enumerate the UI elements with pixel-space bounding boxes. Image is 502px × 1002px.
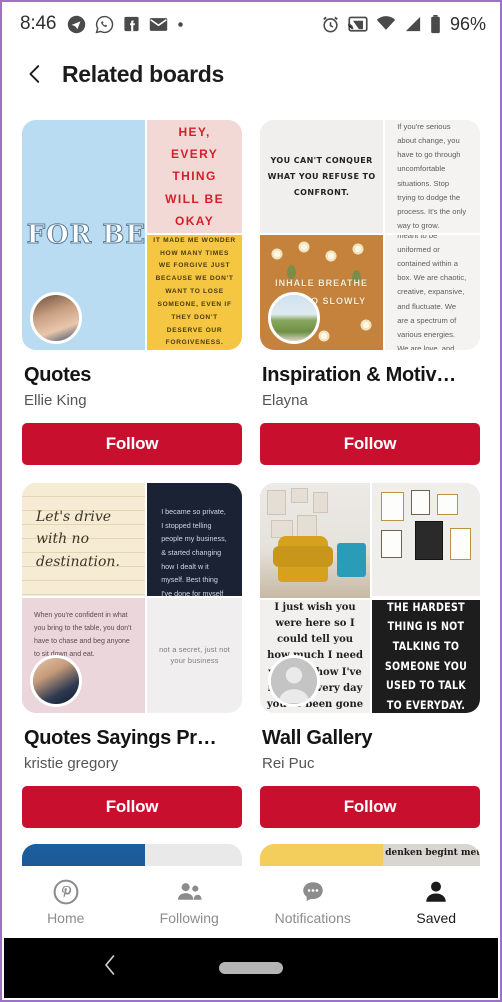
pin-thumbnail: "Our souls are not meant to be uniformed… bbox=[383, 235, 480, 350]
avatar[interactable] bbox=[30, 292, 82, 344]
battery-percent-label: 96% bbox=[449, 13, 486, 34]
wifi-icon bbox=[376, 16, 396, 30]
status-bar: 8:46 96% bbox=[2, 2, 500, 46]
pin-thumbnail: I became so private, I stopped telling p… bbox=[145, 483, 242, 598]
pin-text: IT MADE ME WONDER HOW MANY TIMES WE FORG… bbox=[153, 236, 236, 347]
mail-icon bbox=[149, 17, 168, 31]
whatsapp-icon bbox=[95, 15, 114, 33]
status-notification-icons bbox=[67, 15, 184, 34]
board-preview[interactable]: Let's drive with no destination. When yo… bbox=[22, 483, 242, 713]
pin-text: HEY, EVERY THING WILL BE OKAY bbox=[165, 125, 225, 228]
nav-label: Notifications bbox=[274, 909, 351, 926]
board-card[interactable]: I just wish you were here so I could tel… bbox=[260, 483, 480, 828]
follow-button[interactable]: Follow bbox=[22, 786, 242, 828]
pin-text: I became so private, I stopped telling p… bbox=[161, 507, 227, 598]
pinterest-icon bbox=[53, 879, 79, 904]
follow-button[interactable]: Follow bbox=[260, 786, 480, 828]
pin-thumbnail: YOU CAN'T CONQUER WHAT YOU REFUSE TO CON… bbox=[260, 120, 384, 350]
nav-item-saved[interactable]: Saved bbox=[375, 879, 499, 926]
board-preview[interactable]: YOU CAN'T CONQUER WHAT YOU REFUSE TO CON… bbox=[260, 120, 480, 350]
board-owner: Elayna bbox=[262, 392, 308, 409]
nav-label: Following bbox=[159, 909, 219, 926]
pin-text: not a secret, just not your business bbox=[159, 644, 231, 665]
dot-icon bbox=[178, 21, 183, 27]
nav-item-following[interactable]: Following bbox=[128, 879, 252, 926]
bottom-navigation-bar: Home Following Notifications Saved bbox=[4, 866, 498, 938]
avatar[interactable] bbox=[268, 292, 320, 344]
board-name: Wall Gallery bbox=[262, 727, 373, 749]
board-name: Inspiration & Motiv… bbox=[262, 364, 457, 386]
back-button[interactable] bbox=[18, 57, 52, 91]
page-title: Related boards bbox=[62, 60, 224, 87]
pin-thumbnail bbox=[260, 483, 370, 598]
nav-item-notifications[interactable]: Notifications bbox=[251, 879, 375, 926]
board-owner: kristie gregory bbox=[24, 755, 119, 772]
system-back-icon bbox=[105, 955, 115, 975]
board-name: Quotes Sayings Pr… bbox=[24, 727, 217, 749]
nav-label: Home bbox=[47, 909, 85, 926]
back-chevron-icon bbox=[29, 65, 40, 83]
pin-thumbnail bbox=[370, 483, 480, 598]
facebook-icon bbox=[124, 16, 139, 32]
board-grid: NEVER APOLOGIZE FOR BEING WHO YOU ARE. H… bbox=[22, 120, 480, 828]
phone-screen: 8:46 96% Related boards FOR BE HEY, EVER… bbox=[0, 0, 502, 1002]
nav-item-home[interactable]: Home bbox=[4, 879, 128, 926]
board-preview[interactable]: I just wish you were here so I could tel… bbox=[260, 483, 480, 713]
status-system-icons: 96% bbox=[321, 14, 486, 35]
home-indicator-pill[interactable] bbox=[219, 962, 283, 974]
pin-thumbnail: IT MADE ME WONDER HOW MANY TIMES WE FORG… bbox=[145, 235, 242, 350]
board-card[interactable]: NEVER APOLOGIZE FOR BEING WHO YOU ARE. H… bbox=[22, 120, 242, 465]
pin-thumbnail: If you're serious about change, you have… bbox=[383, 120, 480, 235]
pin-thumbnail: THE HARDEST THING IS NOT TALKING TO SOME… bbox=[370, 598, 480, 713]
board-owner: Ellie King bbox=[24, 392, 87, 409]
board-name: Quotes bbox=[24, 364, 92, 386]
signal-icon bbox=[405, 16, 421, 32]
alarm-icon bbox=[323, 16, 338, 32]
android-navigation-bar bbox=[4, 938, 498, 998]
board-card[interactable]: YOU CAN'T CONQUER WHAT YOU REFUSE TO CON… bbox=[260, 120, 480, 465]
status-clock: 8:46 bbox=[20, 13, 57, 34]
person-icon bbox=[278, 667, 310, 703]
cast-icon bbox=[347, 16, 368, 32]
chat-bubble-icon bbox=[303, 881, 323, 901]
nav-label: Saved bbox=[416, 909, 457, 926]
pin-text: Let's drive with no destination. bbox=[36, 508, 120, 570]
pin-text: If you're serious about change, you have… bbox=[397, 122, 467, 230]
pin-text: THE HARDEST THING IS NOT TALKING TO SOME… bbox=[384, 599, 468, 712]
system-back-button[interactable] bbox=[102, 954, 118, 982]
person-icon bbox=[426, 881, 446, 902]
avatar[interactable] bbox=[268, 655, 320, 707]
battery-icon bbox=[431, 14, 440, 33]
board-preview[interactable]: NEVER APOLOGIZE FOR BEING WHO YOU ARE. H… bbox=[22, 120, 242, 350]
pin-text: "Our souls are not meant to be uniformed… bbox=[397, 235, 467, 350]
people-icon bbox=[177, 882, 202, 900]
pin-text: YOU CAN'T CONQUER WHAT YOU REFUSE TO CON… bbox=[267, 155, 376, 197]
pin-thumbnail: HEY, EVERY THING WILL BE OKAY bbox=[145, 120, 242, 235]
board-card[interactable]: Let's drive with no destination. When yo… bbox=[22, 483, 242, 828]
follow-button[interactable]: Follow bbox=[260, 423, 480, 465]
follow-button[interactable]: Follow bbox=[22, 423, 242, 465]
pin-text: NEVER APOLOGIZE FOR BEING WHO YOU ARE. bbox=[22, 219, 146, 250]
pin-thumbnail: I just wish you were here so I could tel… bbox=[260, 598, 370, 713]
avatar[interactable] bbox=[30, 655, 82, 707]
app-header: Related boards bbox=[2, 46, 500, 102]
pin-thumbnail: NEVER APOLOGIZE FOR BEING WHO YOU ARE. bbox=[22, 120, 146, 350]
telegram-icon bbox=[67, 15, 86, 33]
pin-thumbnail: not a secret, just not your business bbox=[145, 598, 242, 713]
pin-text: denken begint met taal bbox=[385, 848, 480, 858]
board-owner: Rei Puc bbox=[262, 755, 315, 772]
pin-thumbnail: Let's drive with no destination. When yo… bbox=[22, 483, 146, 713]
